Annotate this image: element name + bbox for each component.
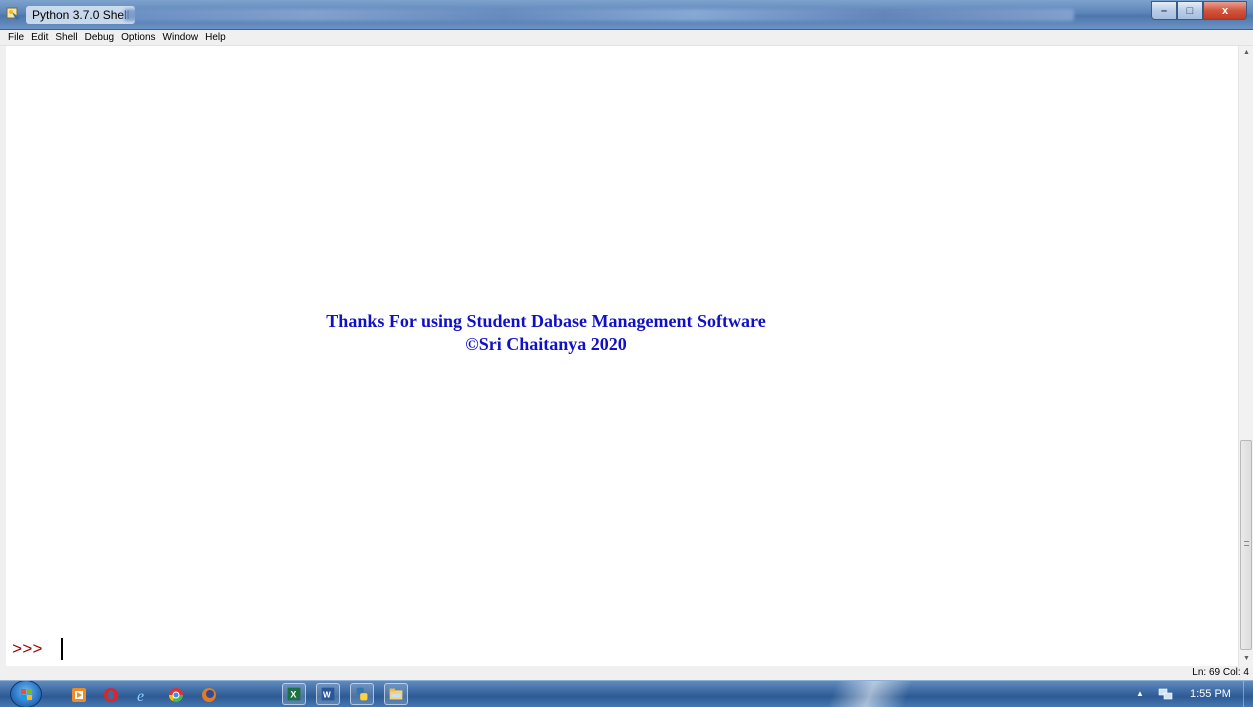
start-button[interactable] xyxy=(10,681,42,707)
windows-taskbar: e X W ▲ 1:55 PM xyxy=(0,680,1253,707)
minimize-button[interactable]: – xyxy=(1151,1,1177,20)
output-line-copyright: ©Sri Chaitanya 2020 xyxy=(465,334,627,354)
title-bar[interactable]: Python 3.7.0 Shell – □ x xyxy=(0,0,1253,30)
svg-text:X: X xyxy=(290,690,296,700)
network-icon[interactable] xyxy=(1158,687,1174,701)
tray-expand-icon[interactable]: ▲ xyxy=(1136,689,1144,698)
menu-debug[interactable]: Debug xyxy=(85,31,114,45)
scroll-grip-icon xyxy=(1244,541,1249,546)
output-line-thanks: Thanks For using Student Dabase Manageme… xyxy=(326,311,766,331)
menu-help[interactable]: Help xyxy=(205,31,226,45)
svg-text:W: W xyxy=(323,691,331,700)
scroll-up-arrow-icon[interactable]: ▲ xyxy=(1239,46,1253,60)
taskbar-sheen xyxy=(780,681,960,707)
taskbar-clock[interactable]: 1:55 PM xyxy=(1190,687,1231,701)
internet-explorer-icon[interactable]: e xyxy=(134,685,154,705)
media-player-icon[interactable] xyxy=(69,685,89,705)
firefox-icon[interactable] xyxy=(199,685,219,705)
menu-window[interactable]: Window xyxy=(163,31,199,45)
opera-icon[interactable] xyxy=(101,685,121,705)
show-desktop-button[interactable] xyxy=(1243,681,1253,707)
python-idle-icon xyxy=(6,7,20,20)
shell-text-area[interactable]: Thanks For using Student Dabase Manageme… xyxy=(6,46,1238,666)
cursor-position: Ln: 69 Col: 4 xyxy=(1192,667,1249,678)
excel-icon[interactable]: X xyxy=(282,683,306,705)
menu-file[interactable]: File xyxy=(8,31,24,45)
close-button[interactable]: x xyxy=(1203,1,1247,20)
scroll-thumb[interactable] xyxy=(1240,440,1252,650)
chrome-icon[interactable] xyxy=(166,685,186,705)
text-cursor xyxy=(61,638,63,660)
menu-shell[interactable]: Shell xyxy=(55,31,77,45)
scroll-down-arrow-icon[interactable]: ▼ xyxy=(1239,652,1253,666)
blurred-title-path xyxy=(124,9,1074,21)
menu-options[interactable]: Options xyxy=(121,31,155,45)
status-bar: Ln: 69 Col: 4 xyxy=(0,666,1253,680)
file-explorer-icon[interactable] xyxy=(384,683,408,705)
menu-edit[interactable]: Edit xyxy=(31,31,48,45)
word-icon[interactable]: W xyxy=(316,683,340,705)
svg-text:e: e xyxy=(137,688,144,705)
shell-output: Thanks For using Student Dabase Manageme… xyxy=(276,310,816,356)
window-title: Python 3.7.0 Shell xyxy=(26,6,136,24)
python-icon[interactable] xyxy=(350,683,374,705)
vertical-scrollbar[interactable]: ▲ ▼ xyxy=(1238,46,1253,666)
shell-prompt: >>> xyxy=(12,641,43,660)
menu-bar: File Edit Shell Debug Options Window Hel… xyxy=(0,30,1253,46)
windows-logo-icon xyxy=(21,689,32,700)
maximize-button[interactable]: □ xyxy=(1177,1,1203,20)
